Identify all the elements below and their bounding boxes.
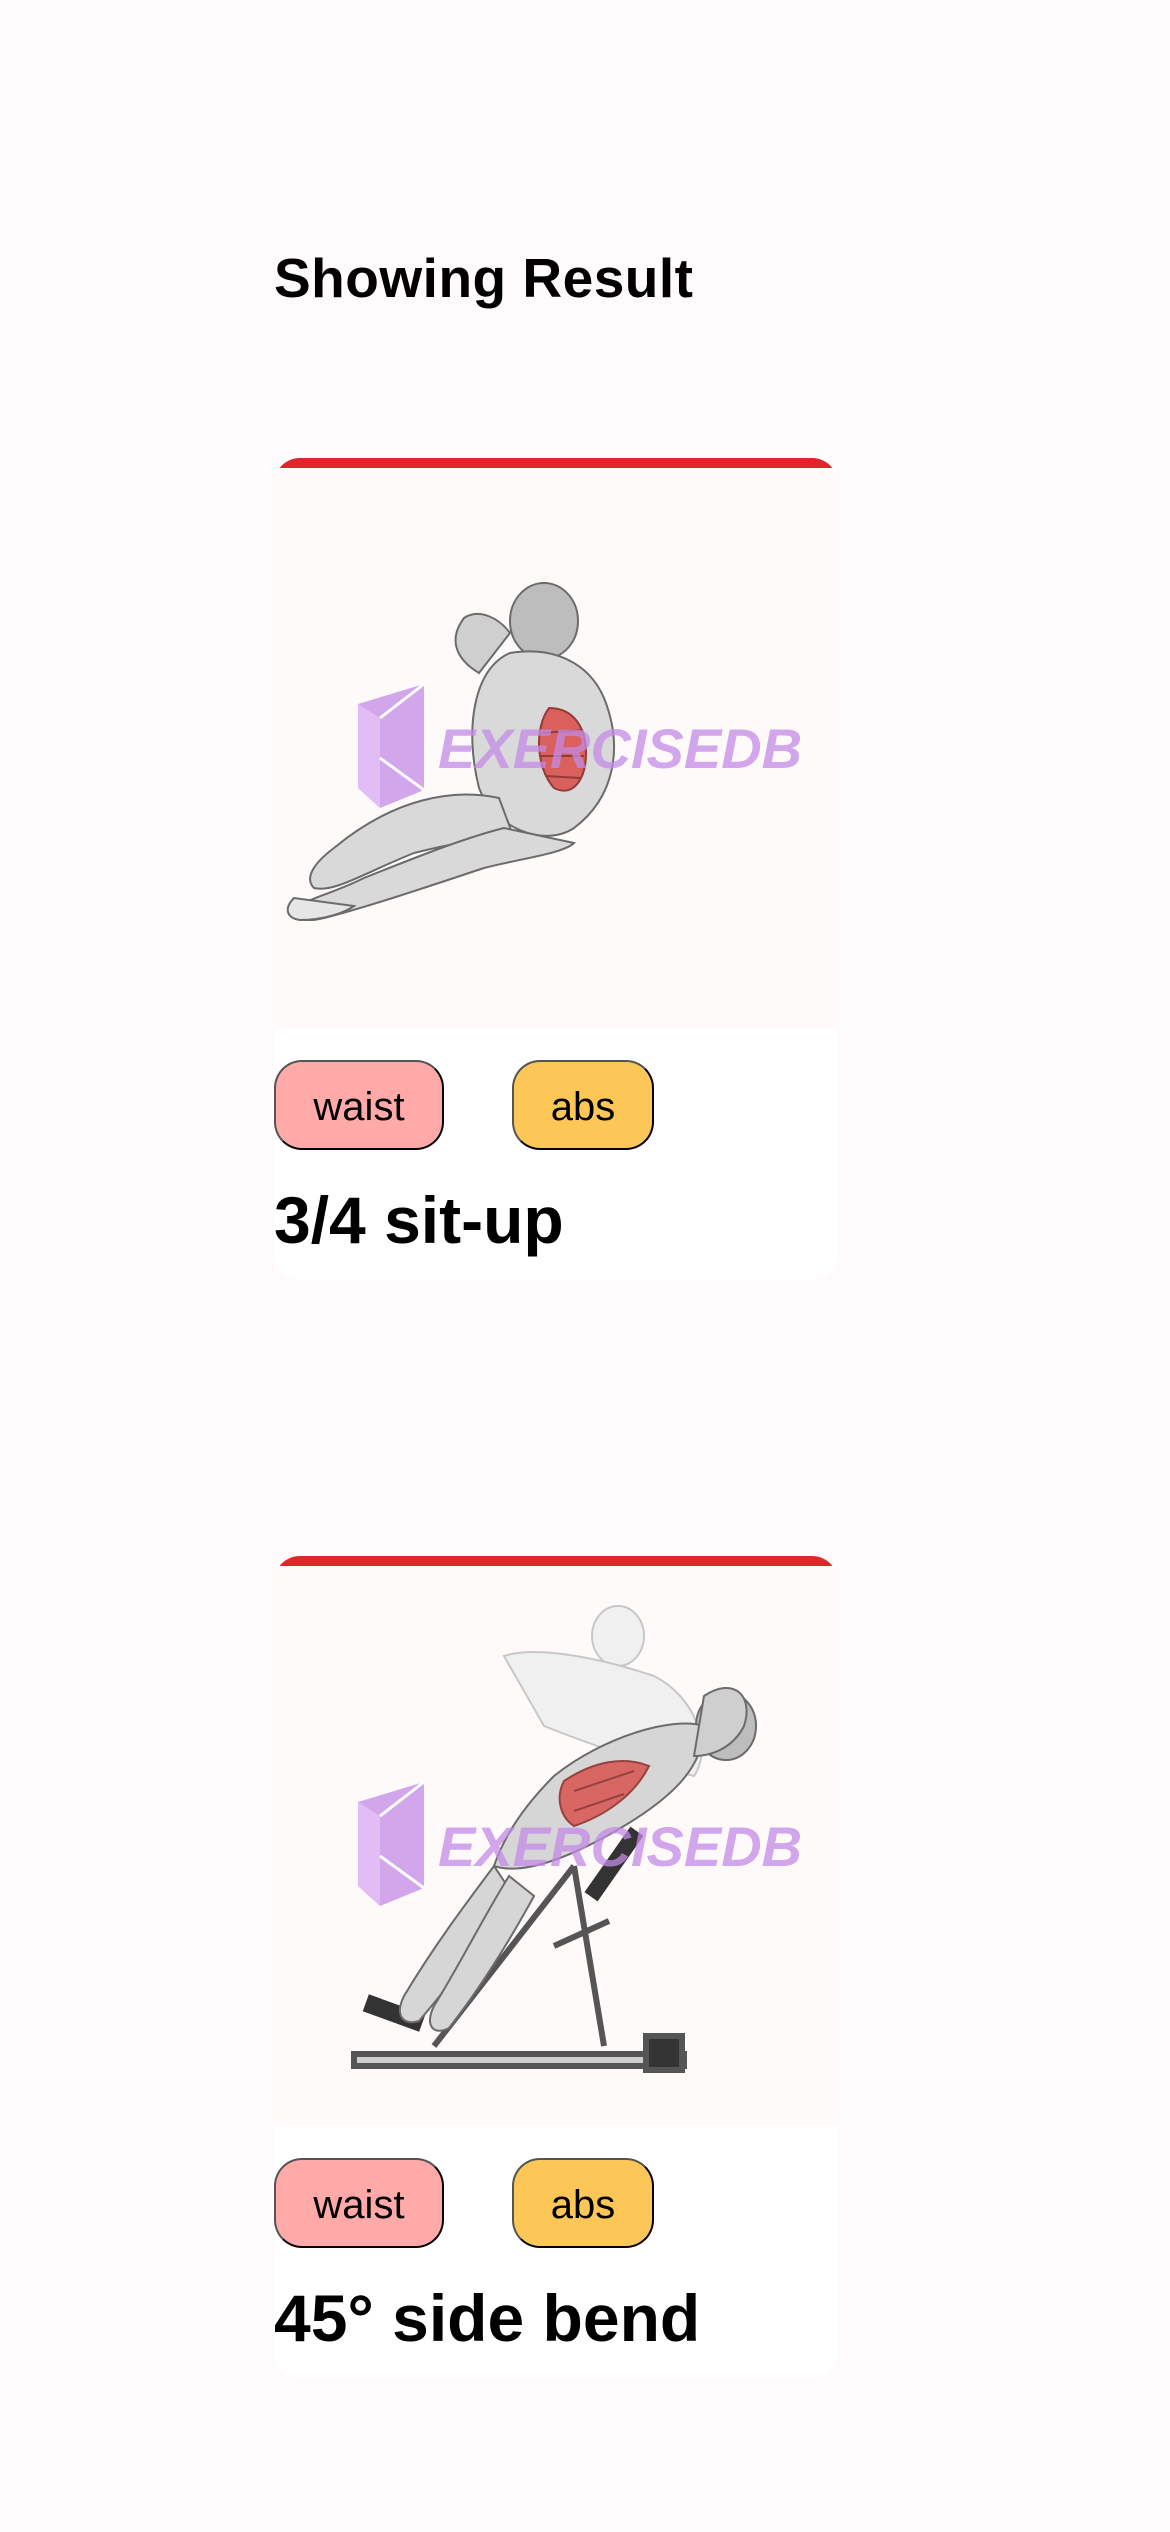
exercise-image[interactable]: EXERCISEDB xyxy=(274,1566,838,2122)
exercise-card[interactable]: EXERCISEDB waist abs 3/4 sit-up xyxy=(274,458,838,1280)
side-bend-illustration: EXERCISEDB xyxy=(351,1605,802,2073)
svg-text:EXERCISEDB: EXERCISEDB xyxy=(438,717,802,780)
card-accent-border xyxy=(280,1556,832,1566)
card-details: waist abs 3/4 sit-up xyxy=(274,1028,838,1280)
exercise-name: 3/4 sit-up xyxy=(274,1183,564,1257)
exercise-name: 45° side bend xyxy=(274,2281,701,2355)
exercise-image[interactable]: EXERCISEDB xyxy=(274,468,838,1024)
target-muscle-badge[interactable]: abs xyxy=(512,1060,654,1150)
card-accent-border xyxy=(280,458,832,468)
search-results-page: Showing Result EXERCISEDB waist abs 3/4 … xyxy=(0,0,1170,2532)
sit-up-illustration: EXERCISEDB xyxy=(286,582,802,922)
card-details: waist abs 45° side bend xyxy=(274,2126,838,2378)
exercise-card[interactable]: EXERCISEDB waist abs 45° side bend xyxy=(274,1556,838,2378)
body-part-badge[interactable]: waist xyxy=(274,2158,444,2248)
svg-text:EXERCISEDB: EXERCISEDB xyxy=(438,1815,802,1878)
target-muscle-badge[interactable]: abs xyxy=(512,2158,654,2248)
body-part-badge[interactable]: waist xyxy=(274,1060,444,1150)
page-title: Showing Result xyxy=(274,247,694,309)
